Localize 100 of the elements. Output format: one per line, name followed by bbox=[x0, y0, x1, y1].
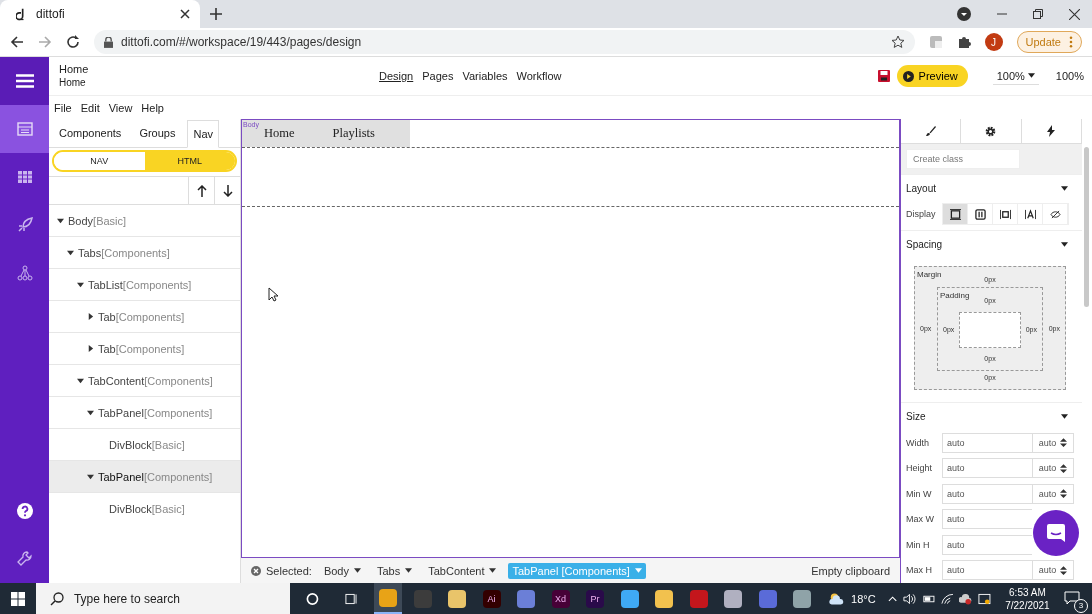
scrollbar[interactable] bbox=[1084, 147, 1089, 307]
caret-icon[interactable] bbox=[1061, 186, 1068, 191]
wifi-icon[interactable] bbox=[940, 592, 954, 605]
play-icon bbox=[902, 70, 914, 82]
volume-icon[interactable] bbox=[902, 592, 916, 605]
clipboard-link[interactable]: Empty clipboard bbox=[811, 564, 890, 577]
nav-link[interactable]: Pages bbox=[422, 70, 454, 82]
menu-button[interactable] bbox=[0, 57, 49, 105]
block-icon bbox=[949, 208, 961, 220]
address-bar[interactable]: dittofi.com/#/workspace/19/443/pages/design bbox=[94, 30, 915, 54]
caret-icon[interactable] bbox=[1061, 242, 1068, 247]
caret-down-icon bbox=[67, 249, 74, 256]
canvas-tab[interactable]: Home bbox=[264, 126, 295, 141]
menu-icon bbox=[15, 74, 34, 88]
weather-icon bbox=[828, 591, 845, 606]
close-icon[interactable] bbox=[1069, 8, 1080, 20]
star-icon[interactable] bbox=[890, 35, 905, 49]
breadcrumb[interactable]: Body bbox=[319, 562, 365, 579]
size-input[interactable]: auto bbox=[942, 560, 1032, 581]
size-input[interactable]: auto bbox=[942, 509, 1032, 530]
canvas-tab[interactable]: Playlists bbox=[332, 126, 375, 141]
reload-icon[interactable] bbox=[66, 35, 80, 49]
taskbar-app[interactable]: Xd bbox=[546, 583, 575, 614]
menu-item[interactable]: View bbox=[108, 101, 133, 114]
task-view-icon[interactable] bbox=[344, 591, 358, 606]
unit-select[interactable]: auto bbox=[1032, 483, 1074, 504]
preview-button[interactable]: Preview bbox=[896, 65, 968, 87]
menu-item[interactable]: Help bbox=[141, 101, 164, 114]
settings-icon[interactable] bbox=[985, 125, 997, 137]
brush-icon[interactable] bbox=[925, 125, 937, 137]
unit-select[interactable]: auto bbox=[1032, 458, 1074, 479]
size-input[interactable]: auto bbox=[942, 458, 1032, 479]
breadcrumb[interactable]: TabContent bbox=[424, 562, 501, 579]
search-icon bbox=[49, 591, 64, 606]
chat-button[interactable] bbox=[1033, 509, 1079, 556]
panel-tab[interactable]: Nav bbox=[187, 120, 219, 148]
puzzle-icon[interactable] bbox=[956, 35, 971, 49]
restore-icon[interactable] bbox=[1033, 9, 1043, 19]
notification-icon[interactable] bbox=[1063, 590, 1080, 605]
nav-link[interactable]: Variables bbox=[462, 70, 508, 82]
plus-icon[interactable] bbox=[210, 8, 222, 20]
size-input[interactable]: auto bbox=[942, 534, 1032, 555]
zoom-dropdown[interactable]: 100% bbox=[992, 67, 1039, 85]
field-label: Min H bbox=[906, 539, 931, 550]
close-icon[interactable] bbox=[180, 9, 190, 19]
caret-icon[interactable] bbox=[1061, 414, 1068, 419]
tree-item[interactable]: TabPanel[Components] bbox=[49, 461, 240, 493]
tree-item[interactable]: DivBlock[Basic] bbox=[49, 493, 240, 525]
page-subtitle: Home bbox=[59, 76, 87, 89]
panel-tab[interactable]: Groups bbox=[133, 119, 182, 147]
save-icon[interactable] bbox=[877, 70, 890, 82]
tree-item[interactable]: TabList[Components] bbox=[49, 269, 240, 301]
tree-item[interactable]: Body[Basic] bbox=[49, 205, 240, 237]
cloud-icon[interactable] bbox=[959, 592, 973, 605]
arrow-down-icon[interactable] bbox=[222, 184, 233, 197]
taskbar-app[interactable]: Pr bbox=[580, 583, 610, 614]
taskbar-app[interactable]: Ai bbox=[477, 583, 506, 614]
nav-link[interactable]: Design bbox=[379, 70, 414, 82]
unit-select[interactable]: auto bbox=[1032, 432, 1074, 453]
menu-item[interactable]: File bbox=[54, 101, 72, 114]
tree-item[interactable]: TabPanel[Components] bbox=[49, 397, 240, 429]
bolt-icon[interactable] bbox=[1047, 125, 1056, 137]
monitor-icon[interactable] bbox=[978, 592, 992, 605]
zoom-value: 100% bbox=[1055, 70, 1084, 82]
profile-avatar[interactable]: J bbox=[984, 33, 1003, 51]
cortana-icon[interactable] bbox=[306, 591, 319, 606]
section-title: Size bbox=[906, 411, 926, 422]
breadcrumb[interactable]: Tabs bbox=[372, 562, 417, 579]
browser-tab[interactable]: dittofi bbox=[0, 0, 200, 28]
dropdown-icon[interactable] bbox=[957, 7, 971, 21]
nav-link[interactable]: Workflow bbox=[516, 70, 562, 82]
class-input[interactable]: Create class bbox=[906, 149, 1020, 169]
url-text: dittofi.com/#/workspace/19/443/pages/design bbox=[121, 35, 362, 49]
size-input[interactable]: auto bbox=[942, 432, 1032, 453]
unit-select[interactable]: auto bbox=[1032, 560, 1074, 581]
toggle-option[interactable]: HTML bbox=[144, 152, 235, 170]
menu-item[interactable]: Edit bbox=[80, 101, 100, 114]
caret-down-icon bbox=[87, 473, 94, 480]
tree-item[interactable]: TabContent[Components] bbox=[49, 365, 240, 397]
wrench-icon[interactable] bbox=[16, 551, 33, 567]
battery-icon[interactable] bbox=[921, 593, 935, 604]
size-input[interactable]: auto bbox=[942, 483, 1032, 504]
tree-item[interactable]: Tab[Components] bbox=[49, 301, 240, 333]
chevron-up-icon[interactable] bbox=[887, 595, 897, 602]
search-field[interactable]: Type here to search bbox=[35, 583, 290, 614]
arrow-up-icon[interactable] bbox=[196, 184, 207, 197]
panel-tab[interactable]: Components bbox=[53, 119, 128, 147]
close-circle-icon[interactable] bbox=[251, 565, 261, 576]
box-label: Margin bbox=[917, 270, 942, 279]
help-icon[interactable] bbox=[16, 503, 33, 519]
rocket-icon bbox=[16, 217, 33, 233]
tree-item[interactable]: Tabs[Components] bbox=[49, 237, 240, 269]
section-title: Spacing bbox=[906, 239, 943, 250]
columns-icon bbox=[974, 208, 986, 220]
back-icon[interactable] bbox=[10, 35, 24, 49]
windows-icon[interactable] bbox=[10, 591, 25, 606]
display-option[interactable] bbox=[943, 204, 968, 224]
sort-icon bbox=[1060, 438, 1068, 448]
taskbar-app[interactable] bbox=[373, 583, 403, 614]
tree-item[interactable]: Tab[Components] bbox=[49, 333, 240, 365]
